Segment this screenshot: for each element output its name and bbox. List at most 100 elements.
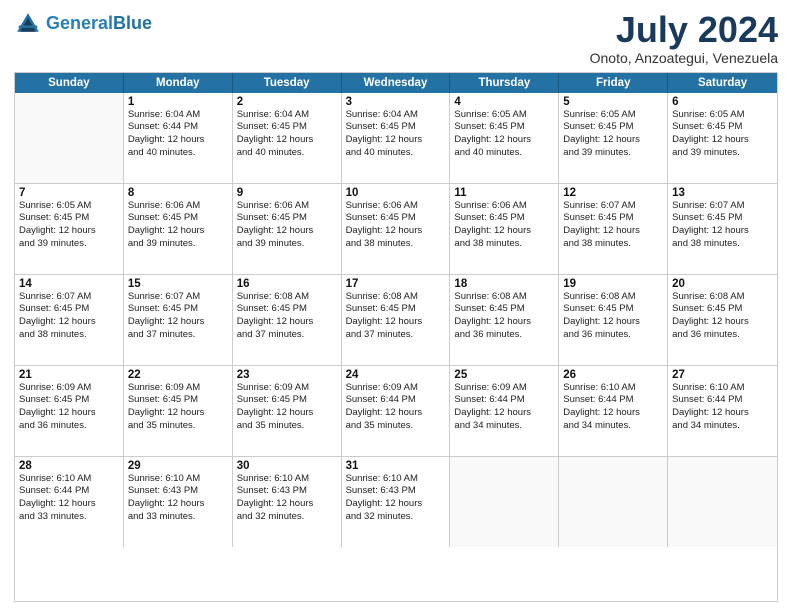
calendar-day-20: 20Sunrise: 6:08 AMSunset: 6:45 PMDayligh… [668,275,777,365]
calendar-day-15: 15Sunrise: 6:07 AMSunset: 6:45 PMDayligh… [124,275,233,365]
day-info: Sunrise: 6:06 AMSunset: 6:45 PMDaylight:… [346,200,446,251]
calendar-day-2: 2Sunrise: 6:04 AMSunset: 6:45 PMDaylight… [233,93,342,183]
calendar-day-27: 27Sunrise: 6:10 AMSunset: 6:44 PMDayligh… [668,366,777,456]
day-number: 17 [346,278,446,290]
day-number: 9 [237,187,337,199]
day-info: Sunrise: 6:09 AMSunset: 6:44 PMDaylight:… [346,382,446,433]
calendar-day-24: 24Sunrise: 6:09 AMSunset: 6:44 PMDayligh… [342,366,451,456]
day-info: Sunrise: 6:08 AMSunset: 6:45 PMDaylight:… [563,291,663,342]
calendar-day-17: 17Sunrise: 6:08 AMSunset: 6:45 PMDayligh… [342,275,451,365]
calendar-day-22: 22Sunrise: 6:09 AMSunset: 6:45 PMDayligh… [124,366,233,456]
day-info: Sunrise: 6:05 AMSunset: 6:45 PMDaylight:… [672,109,773,160]
day-info: Sunrise: 6:05 AMSunset: 6:45 PMDaylight:… [19,200,119,251]
day-number: 23 [237,369,337,381]
day-number: 24 [346,369,446,381]
day-number: 30 [237,460,337,472]
day-info: Sunrise: 6:07 AMSunset: 6:45 PMDaylight:… [19,291,119,342]
day-info: Sunrise: 6:08 AMSunset: 6:45 PMDaylight:… [237,291,337,342]
day-number: 26 [563,369,663,381]
day-info: Sunrise: 6:10 AMSunset: 6:44 PMDaylight:… [563,382,663,433]
day-number: 20 [672,278,773,290]
day-info: Sunrise: 6:10 AMSunset: 6:43 PMDaylight:… [128,473,228,524]
day-info: Sunrise: 6:08 AMSunset: 6:45 PMDaylight:… [672,291,773,342]
calendar-empty-cell [15,93,124,183]
calendar-week-2: 7Sunrise: 6:05 AMSunset: 6:45 PMDaylight… [15,184,777,275]
day-number: 1 [128,96,228,108]
day-info: Sunrise: 6:06 AMSunset: 6:45 PMDaylight:… [237,200,337,251]
calendar-day-3: 3Sunrise: 6:04 AMSunset: 6:45 PMDaylight… [342,93,451,183]
day-info: Sunrise: 6:07 AMSunset: 6:45 PMDaylight:… [672,200,773,251]
subtitle: Onoto, Anzoategui, Venezuela [590,50,778,66]
day-number: 16 [237,278,337,290]
calendar-day-9: 9Sunrise: 6:06 AMSunset: 6:45 PMDaylight… [233,184,342,274]
day-info: Sunrise: 6:07 AMSunset: 6:45 PMDaylight:… [563,200,663,251]
day-number: 29 [128,460,228,472]
logo-text: GeneralBlue [46,14,152,34]
logo: GeneralBlue [14,10,152,38]
header-day-thursday: Thursday [450,73,559,93]
day-number: 19 [563,278,663,290]
day-info: Sunrise: 6:05 AMSunset: 6:45 PMDaylight:… [563,109,663,160]
day-number: 27 [672,369,773,381]
calendar-week-3: 14Sunrise: 6:07 AMSunset: 6:45 PMDayligh… [15,275,777,366]
calendar-day-29: 29Sunrise: 6:10 AMSunset: 6:43 PMDayligh… [124,457,233,547]
day-number: 28 [19,460,119,472]
header-day-friday: Friday [559,73,668,93]
calendar-day-12: 12Sunrise: 6:07 AMSunset: 6:45 PMDayligh… [559,184,668,274]
day-number: 21 [19,369,119,381]
day-info: Sunrise: 6:08 AMSunset: 6:45 PMDaylight:… [454,291,554,342]
calendar-day-10: 10Sunrise: 6:06 AMSunset: 6:45 PMDayligh… [342,184,451,274]
calendar-empty-cell [559,457,668,547]
calendar-day-31: 31Sunrise: 6:10 AMSunset: 6:43 PMDayligh… [342,457,451,547]
logo-icon [14,10,42,38]
day-info: Sunrise: 6:06 AMSunset: 6:45 PMDaylight:… [128,200,228,251]
calendar-day-28: 28Sunrise: 6:10 AMSunset: 6:44 PMDayligh… [15,457,124,547]
day-info: Sunrise: 6:04 AMSunset: 6:45 PMDaylight:… [237,109,337,160]
day-number: 8 [128,187,228,199]
calendar-day-18: 18Sunrise: 6:08 AMSunset: 6:45 PMDayligh… [450,275,559,365]
day-number: 6 [672,96,773,108]
day-number: 14 [19,278,119,290]
calendar-day-21: 21Sunrise: 6:09 AMSunset: 6:45 PMDayligh… [15,366,124,456]
day-number: 7 [19,187,119,199]
calendar-day-11: 11Sunrise: 6:06 AMSunset: 6:45 PMDayligh… [450,184,559,274]
day-info: Sunrise: 6:10 AMSunset: 6:44 PMDaylight:… [19,473,119,524]
day-number: 18 [454,278,554,290]
header-day-tuesday: Tuesday [233,73,342,93]
header-day-sunday: Sunday [15,73,124,93]
calendar-day-25: 25Sunrise: 6:09 AMSunset: 6:44 PMDayligh… [450,366,559,456]
calendar-day-13: 13Sunrise: 6:07 AMSunset: 6:45 PMDayligh… [668,184,777,274]
day-number: 13 [672,187,773,199]
day-info: Sunrise: 6:09 AMSunset: 6:45 PMDaylight:… [237,382,337,433]
calendar-day-19: 19Sunrise: 6:08 AMSunset: 6:45 PMDayligh… [559,275,668,365]
calendar-day-14: 14Sunrise: 6:07 AMSunset: 6:45 PMDayligh… [15,275,124,365]
day-info: Sunrise: 6:06 AMSunset: 6:45 PMDaylight:… [454,200,554,251]
main-title: July 2024 [590,10,778,50]
calendar-body: 1Sunrise: 6:04 AMSunset: 6:44 PMDaylight… [15,93,777,547]
calendar-day-6: 6Sunrise: 6:05 AMSunset: 6:45 PMDaylight… [668,93,777,183]
calendar-day-4: 4Sunrise: 6:05 AMSunset: 6:45 PMDaylight… [450,93,559,183]
day-number: 12 [563,187,663,199]
calendar: SundayMondayTuesdayWednesdayThursdayFrid… [14,72,778,602]
day-info: Sunrise: 6:09 AMSunset: 6:44 PMDaylight:… [454,382,554,433]
day-number: 11 [454,187,554,199]
calendar-day-23: 23Sunrise: 6:09 AMSunset: 6:45 PMDayligh… [233,366,342,456]
day-number: 4 [454,96,554,108]
logo-line1: GeneralBlue [46,14,152,34]
day-number: 15 [128,278,228,290]
calendar-week-1: 1Sunrise: 6:04 AMSunset: 6:44 PMDaylight… [15,93,777,184]
calendar-empty-cell [668,457,777,547]
day-info: Sunrise: 6:05 AMSunset: 6:45 PMDaylight:… [454,109,554,160]
day-info: Sunrise: 6:07 AMSunset: 6:45 PMDaylight:… [128,291,228,342]
calendar-week-5: 28Sunrise: 6:10 AMSunset: 6:44 PMDayligh… [15,457,777,547]
day-info: Sunrise: 6:10 AMSunset: 6:44 PMDaylight:… [672,382,773,433]
day-info: Sunrise: 6:10 AMSunset: 6:43 PMDaylight:… [346,473,446,524]
header-day-monday: Monday [124,73,233,93]
day-info: Sunrise: 6:09 AMSunset: 6:45 PMDaylight:… [19,382,119,433]
day-number: 3 [346,96,446,108]
day-info: Sunrise: 6:08 AMSunset: 6:45 PMDaylight:… [346,291,446,342]
header: GeneralBlue July 2024 Onoto, Anzoategui,… [14,10,778,66]
calendar-week-4: 21Sunrise: 6:09 AMSunset: 6:45 PMDayligh… [15,366,777,457]
header-day-wednesday: Wednesday [342,73,451,93]
day-number: 31 [346,460,446,472]
